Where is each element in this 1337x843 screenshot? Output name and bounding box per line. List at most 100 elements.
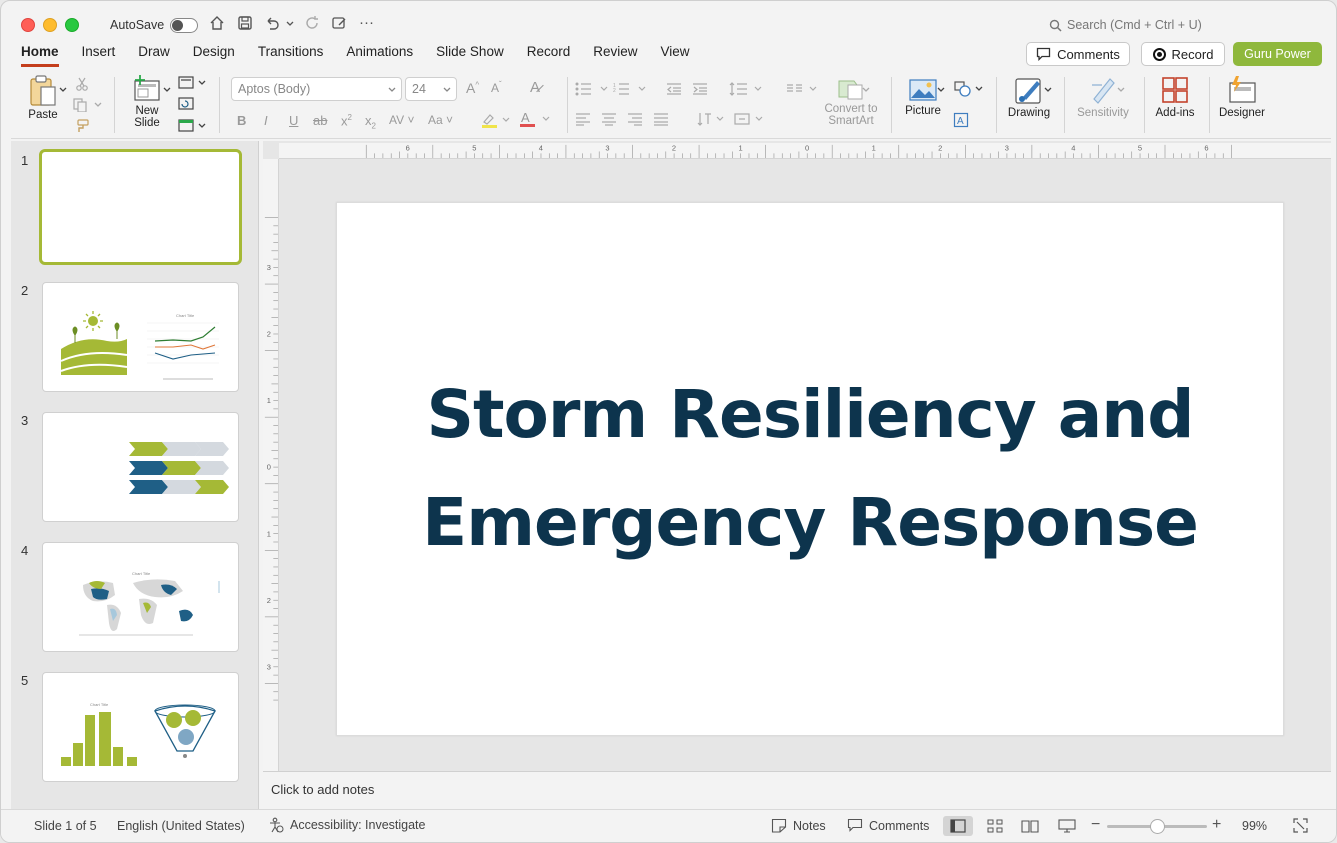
- tab-insert[interactable]: Insert: [82, 44, 116, 67]
- decrease-font-size-icon[interactable]: Aˇ: [491, 80, 502, 95]
- cut-icon[interactable]: [75, 77, 89, 91]
- drawing-dropdown-icon[interactable]: [1044, 87, 1052, 93]
- highlight-icon[interactable]: [481, 112, 511, 128]
- notes-button[interactable]: Notes: [771, 818, 826, 833]
- slide-thumbnail-3[interactable]: [42, 412, 239, 522]
- line-spacing-icon[interactable]: [729, 81, 765, 97]
- comments-button[interactable]: Comments: [1026, 42, 1130, 66]
- new-slide-dropdown-icon[interactable]: [163, 87, 171, 93]
- undo-dropdown-icon[interactable]: [286, 21, 294, 27]
- status-comments-button[interactable]: Comments: [847, 818, 929, 833]
- save-icon[interactable]: [237, 15, 253, 31]
- slide-title[interactable]: Storm Resiliency and Emergency Response: [337, 361, 1283, 577]
- bullets-icon[interactable]: [575, 82, 611, 96]
- customize-icon[interactable]: [331, 15, 347, 31]
- slide-thumbnails-panel[interactable]: 1 2 Chart Title 3 4 Chart Title 5 Chart …: [11, 141, 259, 809]
- designer-button[interactable]: Designer: [1216, 75, 1268, 119]
- columns-icon[interactable]: [786, 82, 818, 96]
- copy-dropdown-icon[interactable]: [94, 102, 102, 108]
- text-box-icon[interactable]: A: [953, 112, 969, 128]
- search-box[interactable]: Search (Cmd + Ctrl + U): [1049, 18, 1202, 32]
- increase-indent-icon[interactable]: [692, 82, 708, 96]
- font-color-icon[interactable]: A: [519, 111, 551, 128]
- superscript-icon[interactable]: x2: [341, 113, 352, 128]
- clear-formatting-icon[interactable]: A̷: [530, 79, 540, 96]
- new-slide-button[interactable]: New Slide: [125, 75, 169, 129]
- paste-button[interactable]: Paste: [23, 75, 63, 121]
- italic-icon[interactable]: I: [264, 113, 268, 128]
- tab-design[interactable]: Design: [193, 44, 235, 67]
- home-icon[interactable]: [209, 15, 225, 31]
- zoom-out-button[interactable]: −: [1091, 816, 1100, 834]
- slide-thumbnail-2[interactable]: Chart Title: [42, 282, 239, 392]
- slide-sorter-icon[interactable]: [987, 819, 1003, 833]
- vertical-ruler[interactable]: 3 2 1 0 1 2 3: [263, 159, 279, 771]
- redo-icon[interactable]: [304, 15, 320, 31]
- zoom-slider-thumb[interactable]: [1150, 819, 1165, 834]
- close-window-button[interactable]: [21, 18, 35, 32]
- minimize-window-button[interactable]: [43, 18, 57, 32]
- tab-view[interactable]: View: [661, 44, 690, 67]
- record-button[interactable]: Record: [1141, 42, 1225, 66]
- autosave-toggle[interactable]: [170, 18, 198, 33]
- format-painter-icon[interactable]: [74, 119, 90, 133]
- strikethrough-icon[interactable]: ab: [313, 113, 327, 128]
- change-case-icon[interactable]: Aa ˅: [428, 113, 453, 127]
- tab-home[interactable]: Home: [21, 44, 59, 67]
- slide-canvas[interactable]: Storm Resiliency and Emergency Response: [336, 202, 1284, 736]
- underline-icon[interactable]: U: [289, 113, 298, 128]
- undo-icon[interactable]: [264, 15, 280, 31]
- tab-transitions[interactable]: Transitions: [258, 44, 324, 67]
- convert-smartart-button[interactable]: Convert to SmartArt: [818, 77, 884, 127]
- align-text-icon[interactable]: [733, 111, 767, 127]
- notes-pane[interactable]: Click to add notes: [263, 771, 1331, 809]
- fit-to-window-icon[interactable]: [1293, 818, 1308, 833]
- subscript-icon[interactable]: x2: [365, 113, 376, 131]
- decrease-indent-icon[interactable]: [666, 82, 682, 96]
- normal-view-button[interactable]: [943, 816, 973, 836]
- bold-icon[interactable]: B: [237, 113, 246, 128]
- zoom-level[interactable]: 99%: [1242, 819, 1267, 833]
- numbering-icon[interactable]: 12: [613, 82, 649, 96]
- tab-draw[interactable]: Draw: [138, 44, 170, 67]
- tab-review[interactable]: Review: [593, 44, 637, 67]
- sensitivity-dropdown-icon[interactable]: [1117, 87, 1125, 93]
- layout-icon[interactable]: [178, 76, 194, 89]
- guru-power-button[interactable]: Guru Power: [1233, 42, 1322, 66]
- tab-animations[interactable]: Animations: [346, 44, 413, 67]
- zoom-slider[interactable]: [1107, 819, 1207, 834]
- tab-record[interactable]: Record: [527, 44, 571, 67]
- sensitivity-button[interactable]: Sensitivity: [1073, 75, 1133, 119]
- tab-slide-show[interactable]: Slide Show: [436, 44, 504, 67]
- zoom-in-button[interactable]: +: [1212, 816, 1221, 834]
- slide-thumbnail-1[interactable]: [39, 149, 242, 265]
- slide-thumbnail-4[interactable]: Chart Title: [42, 542, 239, 652]
- more-icon[interactable]: ···: [359, 14, 374, 31]
- copy-icon[interactable]: [73, 98, 89, 112]
- horizontal-ruler[interactable]: 6 5 4 3 2 1 0 1 2 3 4 5 6: [279, 143, 1331, 159]
- reset-slide-icon[interactable]: [178, 97, 194, 110]
- text-direction-icon[interactable]: [697, 111, 727, 127]
- font-size-select[interactable]: 24: [405, 77, 457, 101]
- alignment-icons[interactable]: [575, 112, 685, 126]
- section-dropdown-icon[interactable]: [198, 123, 206, 129]
- character-spacing-icon[interactable]: AV ˅: [389, 113, 414, 127]
- add-ins-button[interactable]: Add-ins: [1151, 75, 1199, 119]
- section-icon[interactable]: [178, 119, 194, 132]
- paste-dropdown-icon[interactable]: [59, 87, 67, 93]
- font-name-select[interactable]: Aptos (Body): [231, 77, 402, 101]
- smartart-dropdown-icon[interactable]: [862, 87, 870, 93]
- slide-thumbnail-5[interactable]: Chart Title: [42, 672, 239, 782]
- picture-dropdown-icon[interactable]: [937, 87, 945, 93]
- language-indicator[interactable]: English (United States): [117, 819, 245, 833]
- increase-font-size-icon[interactable]: A^: [466, 80, 479, 96]
- picture-button[interactable]: Picture: [899, 77, 947, 117]
- layout-dropdown-icon[interactable]: [198, 80, 206, 86]
- reading-view-icon[interactable]: [1021, 819, 1039, 833]
- shapes-icon[interactable]: [953, 80, 973, 98]
- shapes-dropdown-icon[interactable]: [975, 86, 983, 92]
- zoom-window-button[interactable]: [65, 18, 79, 32]
- slideshow-view-icon[interactable]: [1058, 819, 1076, 833]
- accessibility-button[interactable]: Accessibility: Investigate: [268, 817, 425, 833]
- drawing-button[interactable]: Drawing: [1004, 75, 1054, 119]
